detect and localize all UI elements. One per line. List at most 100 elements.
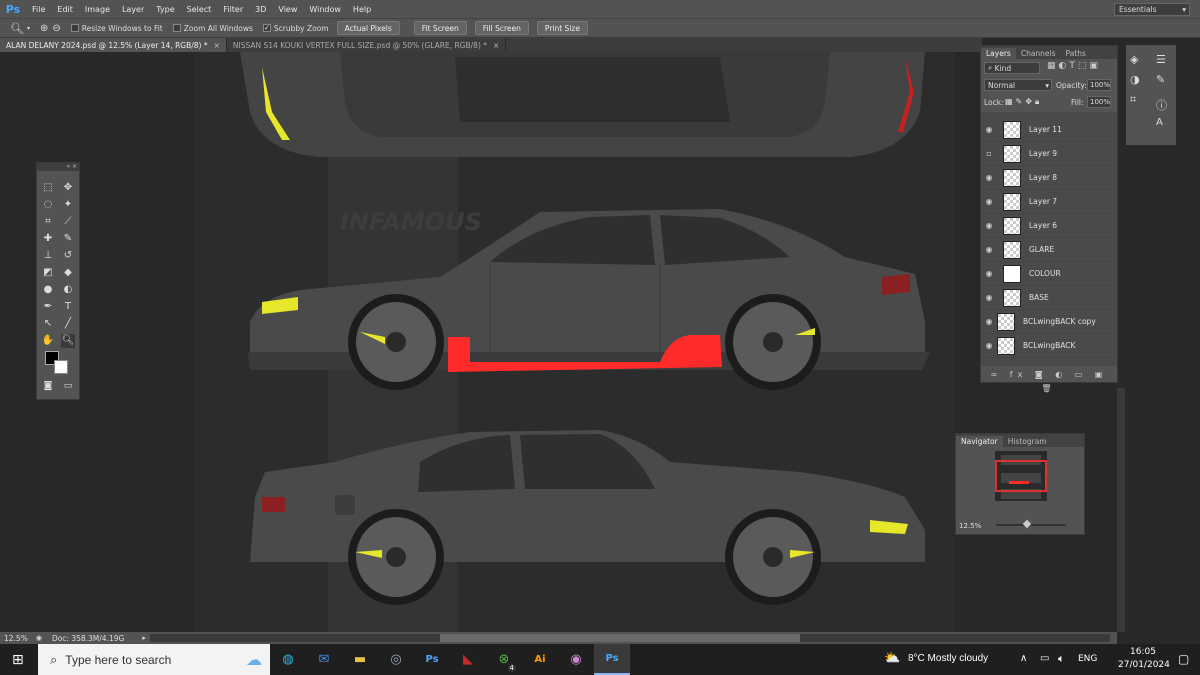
layer-row[interactable]: ◉ BASE <box>981 286 1117 310</box>
tab-channels[interactable]: Channels <box>1016 48 1061 59</box>
filter-icons[interactable]: ▦◐T⬚▣ <box>1047 61 1101 71</box>
photoshop-active-icon[interactable]: Ps <box>594 644 630 675</box>
layer-actions-bar[interactable]: ∞ fx ◙ ◐ ▭ ▣ 🗑︎ <box>981 368 1117 393</box>
marquee-tool-icon[interactable]: ⬚ <box>41 181 55 195</box>
line-tool-icon[interactable]: ╱ <box>61 317 75 331</box>
menu-select[interactable]: Select <box>181 5 218 14</box>
zoom-tool-icon[interactable]: 🔍︎ <box>61 334 75 348</box>
fill-field[interactable]: 100% <box>1087 96 1111 108</box>
dodge-tool-icon[interactable]: ◐ <box>61 283 75 297</box>
eraser-icon[interactable]: ◩ <box>41 266 55 280</box>
zoom-in-icon[interactable]: ⊕ <box>40 23 48 34</box>
edge-icon[interactable]: ◍ <box>270 644 306 675</box>
menu-type[interactable]: Type <box>150 5 180 14</box>
navigator-preview[interactable] <box>995 451 1047 501</box>
weather-text[interactable]: 8°C Mostly cloudy <box>908 653 988 664</box>
menu-filter[interactable]: Filter <box>217 5 249 14</box>
properties-icon[interactable]: ☰ <box>1156 53 1166 66</box>
layer-row[interactable]: ◉ BCLwingBACK <box>981 334 1117 358</box>
workspace-select[interactable]: Essentials ▾ <box>1114 3 1190 16</box>
tab-navigator[interactable]: Navigator <box>956 436 1003 447</box>
tab-paths[interactable]: Paths <box>1061 48 1091 59</box>
notifications-icon[interactable]: ▢ <box>1178 652 1189 666</box>
menu-window[interactable]: Window <box>303 5 347 14</box>
photoshop-taskbar-icon[interactable]: Ps <box>414 644 450 675</box>
game-launcher-icon[interactable]: ◣ <box>450 644 486 675</box>
stamp-tool-icon[interactable]: ⊥ <box>41 249 55 263</box>
mail-icon[interactable]: ✉ <box>306 644 342 675</box>
layer-row[interactable]: ◉ COLOUR <box>981 262 1117 286</box>
eye-icon[interactable]: ◉ <box>981 221 997 230</box>
status-zoom[interactable]: 12.5% <box>4 634 28 643</box>
weather-icon[interactable]: ⛅ <box>884 651 900 666</box>
clock-time[interactable]: 16:05 <box>1130 647 1156 657</box>
layer-row[interactable]: ▫ Layer 9 <box>981 142 1117 166</box>
lock-icons[interactable]: ▦✎✥🔒︎ <box>1005 97 1042 107</box>
battery-icon[interactable]: ▭ <box>1040 653 1049 664</box>
close-icon[interactable]: × <box>493 41 499 50</box>
type-tool-icon[interactable]: T <box>61 300 75 314</box>
path-select-icon[interactable]: ↖ <box>41 317 55 331</box>
zoom-all-checkbox[interactable]: Zoom All Windows <box>172 24 253 33</box>
vertical-scrollbar[interactable] <box>1117 388 1125 632</box>
menu-image[interactable]: Image <box>79 5 116 14</box>
menu-view[interactable]: View <box>272 5 303 14</box>
layer-row[interactable]: ◉ Layer 7 <box>981 190 1117 214</box>
volume-icon[interactable]: 🔈︎ <box>1058 652 1065 666</box>
pen-tool-icon[interactable]: ✒ <box>41 300 55 314</box>
screen-mode-icon[interactable]: ▭ <box>61 379 75 393</box>
crop-tool-icon[interactable]: ⌗ <box>41 215 55 229</box>
eye-icon[interactable]: ◉ <box>981 269 997 278</box>
opacity-field[interactable]: 100% <box>1087 79 1111 91</box>
history-brush-icon[interactable]: ↺ <box>61 249 75 263</box>
scrubby-zoom-checkbox[interactable]: ✓ Scrubby Zoom <box>262 24 329 33</box>
print-size-button[interactable]: Print Size <box>536 21 588 35</box>
fill-screen-button[interactable]: Fill Screen <box>474 21 529 35</box>
view-box[interactable] <box>995 460 1047 492</box>
xbox-icon[interactable]: ⊗ 4 <box>486 644 522 675</box>
language-indicator[interactable]: ENG <box>1078 654 1097 664</box>
eye-icon[interactable]: ◉ <box>981 125 997 134</box>
eyedropper-icon[interactable]: ⟋ <box>61 215 75 229</box>
eye-icon[interactable]: ◉ <box>981 173 997 182</box>
zoom-slider-handle[interactable] <box>1022 519 1032 529</box>
move-tool-icon[interactable]: ✥ <box>61 181 75 195</box>
brush-presets-icon[interactable]: ✎ <box>1156 73 1165 86</box>
magic-wand-icon[interactable]: ✦ <box>61 198 75 212</box>
healing-brush-icon[interactable]: ✚ <box>41 232 55 246</box>
tab-layers[interactable]: Layers <box>981 48 1016 59</box>
menu-help[interactable]: Help <box>347 5 377 14</box>
menu-3d[interactable]: 3D <box>249 5 272 14</box>
panel-header[interactable]: « × <box>37 163 79 171</box>
layer-row[interactable]: ◉ Layer 11 <box>981 118 1117 142</box>
eye-icon[interactable]: ◉ <box>981 317 997 326</box>
status-arrow-icon[interactable]: ▸ <box>142 634 146 642</box>
layer-row[interactable]: ◉ Layer 8 <box>981 166 1117 190</box>
actual-pixels-button[interactable]: Actual Pixels <box>336 21 400 35</box>
layer-row[interactable]: ◉ Layer 6 <box>981 214 1117 238</box>
chevron-down-icon[interactable]: ▾ <box>27 25 30 32</box>
illustrator-icon[interactable]: Ai <box>522 644 558 675</box>
eye-icon[interactable]: ◉ <box>981 245 997 254</box>
document-canvas[interactable]: INFAMOUS <box>0 52 1117 632</box>
character-icon[interactable]: A <box>1156 117 1163 128</box>
weather-widget-icon[interactable]: ☁ <box>246 650 262 670</box>
media-app-icon[interactable]: ◉ <box>558 644 594 675</box>
adjustments-icon[interactable]: ◑ <box>1130 73 1140 86</box>
resize-windows-checkbox[interactable]: Resize Windows to Fit <box>70 24 163 33</box>
tab-nissan-s14[interactable]: NISSAN S14 KOUKI VERTEX FULL SIZE.psd @ … <box>227 38 507 52</box>
taskbar-search[interactable]: ⌕ Type here to search ☁ <box>38 644 270 675</box>
hand-tool-icon[interactable]: ✋ <box>41 334 55 348</box>
file-explorer-icon[interactable]: ▬ <box>342 644 378 675</box>
tab-alan-delany[interactable]: ALAN DELANY 2024.psd @ 12.5% (Layer 14, … <box>0 38 227 52</box>
menu-layer[interactable]: Layer <box>116 5 150 14</box>
zoom-tool-icon[interactable]: 🔍︎ <box>10 22 24 35</box>
steam-icon[interactable]: ◎ <box>378 644 414 675</box>
eye-icon[interactable]: ◉ <box>981 341 997 350</box>
blend-mode-select[interactable]: Normal ▾ <box>984 79 1052 91</box>
navigator-zoom-value[interactable]: 12.5% <box>959 522 981 530</box>
horizontal-scrollbar[interactable] <box>149 634 1110 642</box>
brush-tool-icon[interactable]: ✎ <box>61 232 75 246</box>
eye-icon[interactable]: ◉ <box>981 197 997 206</box>
paint-bucket-icon[interactable]: ◆ <box>61 266 75 280</box>
